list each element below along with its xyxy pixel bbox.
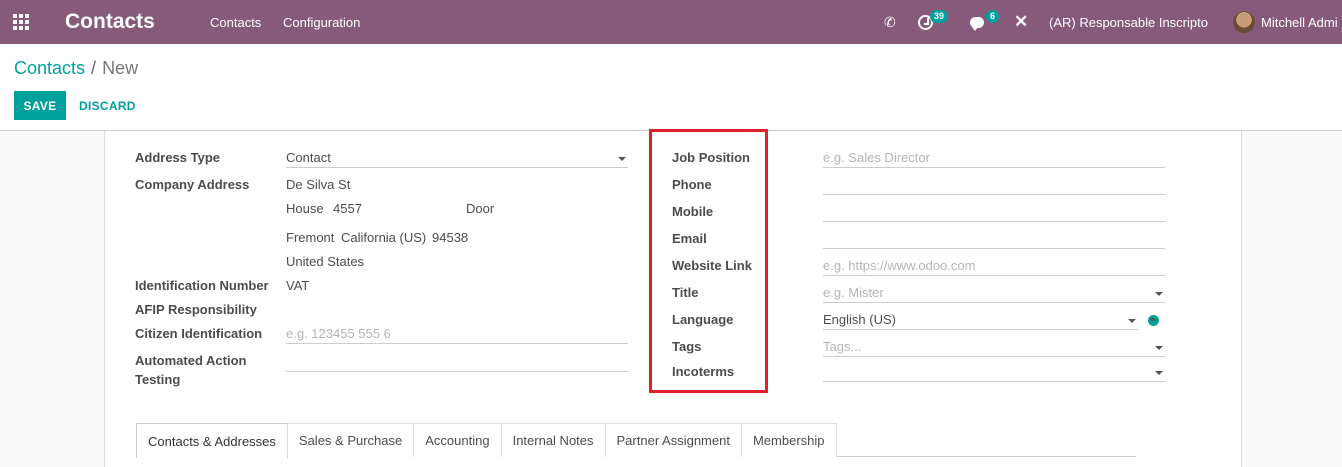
phone-icon[interactable]: ✆ — [884, 0, 896, 44]
tab-accounting[interactable]: Accounting — [413, 423, 502, 457]
breadcrumb-current: New — [102, 58, 139, 78]
menu-contacts[interactable]: Contacts — [210, 0, 261, 44]
title-label: Title — [672, 285, 699, 300]
citizen-identification-label: Citizen Identification — [135, 326, 263, 341]
identification-type-field[interactable]: VAT — [286, 278, 309, 293]
title-placeholder: e.g. Mister — [823, 285, 884, 300]
zip-field[interactable]: 94538 — [432, 230, 468, 245]
title-select[interactable]: e.g. Mister — [823, 281, 1165, 303]
debug-tools-icon[interactable]: ✕ — [1014, 0, 1028, 44]
chevron-down-icon — [1155, 292, 1163, 296]
address-type-select[interactable]: Contact — [286, 146, 628, 168]
chevron-down-icon — [618, 157, 626, 161]
chevron-down-icon — [1128, 319, 1136, 323]
address-type-label: Address Type — [135, 150, 221, 165]
tab-partner-assignment[interactable]: Partner Assignment — [604, 423, 742, 457]
job-position-input[interactable]: e.g. Sales Director — [823, 146, 1165, 168]
state-field[interactable]: California (US) — [341, 230, 426, 245]
company-switcher[interactable]: (AR) Responsable Inscripto — [1049, 0, 1208, 44]
discard-button[interactable]: DISCARD — [79, 91, 136, 120]
message-count-badge: 6 — [986, 9, 1000, 23]
automated-action-label: Automated Action — [135, 353, 247, 368]
identification-number-label: Identification Number — [135, 278, 269, 293]
control-panel: Contacts / New SAVE DISCARD — [0, 44, 1342, 131]
mobile-input[interactable] — [823, 200, 1165, 222]
top-navbar: Contacts Contacts Configuration ✆ 39 6 ✕… — [0, 0, 1342, 44]
street-field[interactable]: De Silva St — [286, 177, 350, 192]
website-input[interactable]: e.g. https://www.odoo.com — [823, 254, 1165, 276]
job-position-label: Job Position — [672, 150, 750, 165]
tags-select[interactable]: Tags... — [823, 335, 1165, 357]
website-link-label: Website Link — [672, 258, 752, 273]
notebook-tabs: Contacts & Addresses Sales & Purchase Ac… — [136, 423, 1136, 458]
automated-action-input[interactable] — [286, 350, 628, 372]
tags-label: Tags — [672, 339, 702, 354]
breadcrumb-contacts-link[interactable]: Contacts — [14, 58, 85, 79]
chevron-down-icon — [1155, 371, 1163, 375]
globe-icon[interactable] — [1148, 315, 1159, 326]
email-input[interactable] — [823, 227, 1165, 249]
app-brand[interactable]: Contacts — [65, 0, 155, 44]
city-field[interactable]: Fremont — [286, 230, 334, 245]
citizen-identification-input[interactable]: e.g. 123455 555 6 — [286, 322, 628, 344]
tab-internal-notes[interactable]: Internal Notes — [500, 423, 606, 457]
job-position-placeholder: e.g. Sales Director — [823, 150, 930, 165]
chevron-down-icon — [1155, 346, 1163, 350]
incoterms-select[interactable] — [823, 360, 1165, 382]
citizen-identification-placeholder: e.g. 123455 555 6 — [286, 326, 391, 341]
activity-button[interactable]: 39 — [918, 0, 949, 44]
user-name: Mitchell Admi — [1261, 14, 1338, 30]
apps-menu-button[interactable] — [13, 0, 33, 44]
house-label: House — [286, 201, 324, 216]
save-button[interactable]: SAVE — [14, 91, 66, 120]
company-address-label: Company Address — [135, 177, 250, 192]
mobile-label: Mobile — [672, 204, 714, 219]
user-menu[interactable]: Mitchell Admi — [1233, 0, 1338, 44]
country-field[interactable]: United States — [286, 254, 364, 269]
language-value: English (US) — [823, 312, 896, 327]
phone-input[interactable] — [823, 173, 1165, 195]
tab-sales-purchase[interactable]: Sales & Purchase — [286, 423, 415, 457]
phone-label: Phone — [672, 177, 712, 192]
afip-responsibility-label: AFIP Responsibility — [135, 302, 257, 317]
address-type-value: Contact — [286, 150, 331, 165]
house-number-field[interactable]: 4557 — [333, 201, 362, 216]
language-select[interactable]: English (US) — [823, 308, 1138, 330]
breadcrumb-separator: / — [91, 58, 97, 78]
avatar — [1233, 11, 1255, 33]
incoterms-label: Incoterms — [672, 364, 735, 379]
tab-membership[interactable]: Membership — [740, 423, 837, 457]
messaging-button[interactable]: 6 — [970, 0, 1000, 44]
apps-grid-icon — [13, 14, 29, 30]
language-label: Language — [672, 312, 734, 327]
tab-contacts-addresses[interactable]: Contacts & Addresses — [136, 423, 288, 458]
email-label: Email — [672, 231, 707, 246]
chat-icon — [970, 16, 984, 31]
breadcrumb: Contacts / New — [14, 58, 138, 79]
tags-placeholder: Tags... — [823, 339, 862, 354]
website-placeholder: e.g. https://www.odoo.com — [823, 258, 976, 273]
activity-count-badge: 39 — [930, 9, 949, 23]
menu-configuration[interactable]: Configuration — [283, 0, 360, 44]
automated-action-label-line2: Testing — [135, 372, 181, 387]
door-field[interactable]: Door — [466, 201, 494, 216]
